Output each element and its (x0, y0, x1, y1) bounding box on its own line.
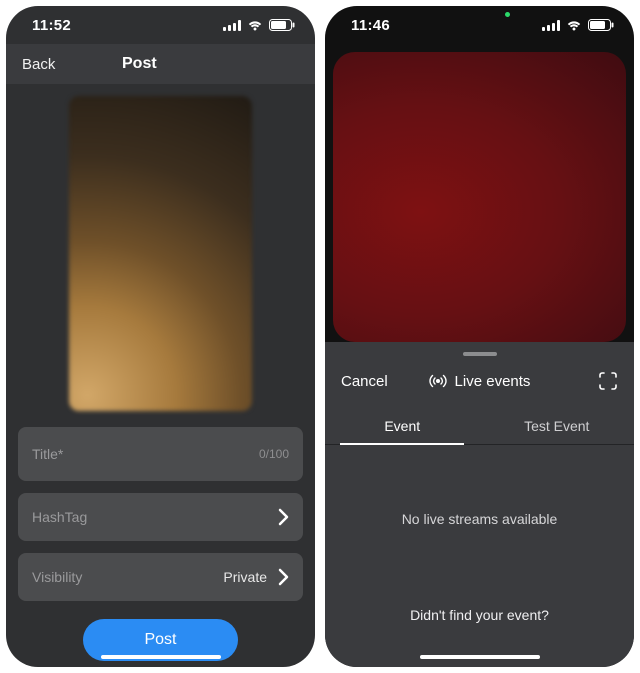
find-event-link[interactable]: Didn't find your event? (325, 607, 634, 623)
hashtag-label: HashTag (32, 509, 87, 525)
scan-icon (598, 372, 618, 390)
visibility-value: Private (223, 569, 267, 585)
status-time: 11:52 (32, 17, 71, 34)
sheet-title: Live events (411, 373, 548, 390)
privacy-dot-icon (505, 12, 510, 17)
media-preview[interactable] (69, 96, 252, 411)
cancel-button[interactable]: Cancel (341, 373, 411, 390)
sheet-header: Cancel Live events (325, 366, 634, 408)
camera-viewfinder[interactable] (333, 52, 626, 342)
event-tabs: Event Test Event (325, 408, 634, 445)
status-icons (542, 19, 614, 31)
back-button[interactable]: Back (6, 56, 76, 73)
signal-icon (223, 20, 241, 31)
wifi-icon (247, 20, 263, 31)
live-events-sheet: Cancel Live events Event Test Event No l… (325, 342, 634, 667)
chevron-right-icon (277, 508, 289, 526)
tab-event[interactable]: Event (325, 408, 480, 444)
phone-live-events-screen: 11:46 Cancel Live events Event Test Even… (325, 6, 634, 667)
chevron-right-icon (277, 568, 289, 586)
post-form: Title* 0/100 HashTag Visibility Private … (6, 427, 315, 661)
sheet-title-text: Live events (455, 373, 531, 390)
home-indicator[interactable] (101, 655, 221, 659)
tab-test-event[interactable]: Test Event (480, 408, 635, 444)
home-indicator[interactable] (420, 655, 540, 659)
wifi-icon (566, 20, 582, 31)
title-placeholder: Title* (32, 446, 63, 462)
visibility-field[interactable]: Visibility Private (18, 553, 303, 601)
media-preview-wrap (6, 84, 315, 427)
nav-title: Post (76, 55, 245, 73)
empty-state-text: No live streams available (325, 511, 634, 527)
broadcast-icon (429, 374, 447, 388)
status-bar: 11:52 (6, 6, 315, 44)
status-icons (223, 19, 295, 31)
battery-icon (269, 19, 295, 31)
hashtag-field[interactable]: HashTag (18, 493, 303, 541)
status-time: 11:46 (351, 17, 390, 34)
nav-bar: Back Post (6, 44, 315, 84)
title-char-count: 0/100 (259, 447, 289, 461)
signal-icon (542, 20, 560, 31)
battery-icon (588, 19, 614, 31)
sheet-drag-handle[interactable] (463, 352, 497, 356)
visibility-label: Visibility (32, 569, 82, 585)
phone-post-screen: 11:52 Back Post Title* 0/100 HashTag (6, 6, 315, 667)
status-bar: 11:46 (325, 6, 634, 44)
title-field[interactable]: Title* 0/100 (18, 427, 303, 481)
scan-button[interactable] (548, 372, 618, 390)
